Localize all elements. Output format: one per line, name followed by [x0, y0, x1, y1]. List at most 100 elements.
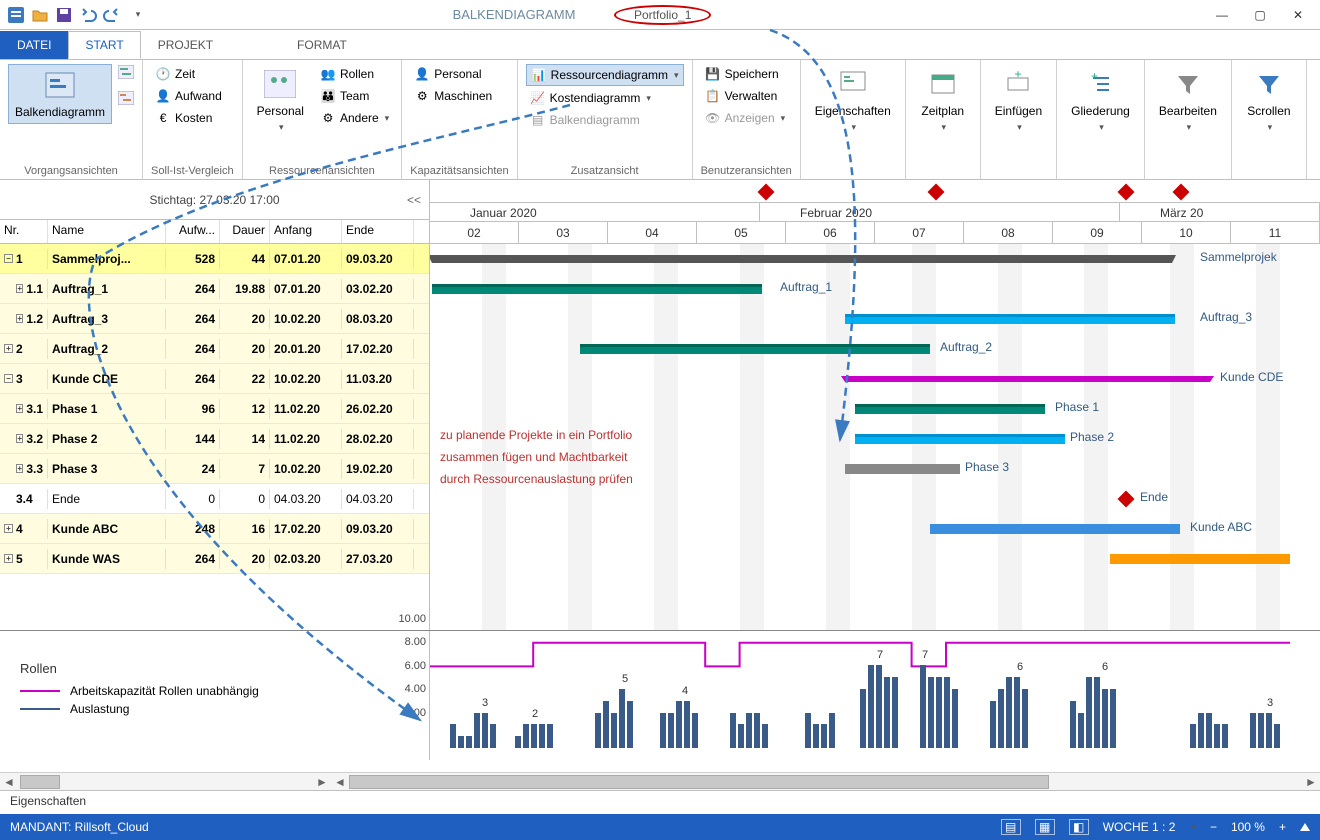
col-anfang[interactable]: Anfang [270, 220, 342, 243]
table-row[interactable]: +1.2 Auftrag_326420 10.02.2008.03.20 [0, 304, 429, 334]
gantt-2-icon[interactable] [118, 64, 134, 80]
gantt-bar[interactable] [845, 314, 1175, 324]
capacity-line-icon [20, 690, 60, 692]
team-button[interactable]: 👪Team [316, 86, 393, 106]
table-row[interactable]: 3.4 Ende00 04.03.2004.03.20 [0, 484, 429, 514]
properties-tab[interactable]: Eigenschaften [0, 790, 1320, 814]
col-aufwand[interactable]: Aufw... [166, 220, 220, 243]
andere-button[interactable]: ⚙Andere▾ [316, 108, 393, 128]
minimize-button[interactable]: — [1210, 8, 1234, 22]
gantt-3-icon[interactable] [118, 90, 134, 106]
group-zusatzansicht: Zusatzansicht [526, 163, 684, 177]
zeitplan-button[interactable]: Zeitplan▾ [914, 64, 972, 137]
group-kapazitaet: Kapazitätsansichten [410, 163, 508, 177]
ressourcendiagramm-button[interactable]: 📊Ressourcendiagramm▾ [526, 64, 684, 86]
group-soll-ist: Soll-Ist-Vergleich [151, 163, 234, 177]
title-bar: ▾ BALKENDIAGRAMM Portfolio_1 — ▢ ✕ [0, 0, 1320, 30]
zoom-out[interactable]: − [1210, 820, 1217, 834]
personal-big-button[interactable]: Personal▾ [251, 64, 310, 137]
undo-icon[interactable] [78, 5, 98, 25]
verwalten-button[interactable]: 📋Verwalten [701, 86, 790, 106]
mandant-label: MANDANT: Rillsoft_Cloud [10, 820, 149, 834]
eigenschaften-button[interactable]: Eigenschaften▾ [809, 64, 897, 137]
zoom-level: 100 % [1231, 820, 1265, 834]
personal2-icon: 👤 [414, 66, 430, 82]
table-row[interactable]: −1 Sammelproj...52844 07.01.2009.03.20 [0, 244, 429, 274]
zoom-menu[interactable] [1300, 823, 1310, 831]
gantt-bar[interactable] [855, 404, 1045, 414]
maximize-button[interactable]: ▢ [1248, 8, 1272, 22]
table-row[interactable]: +1.1 Auftrag_126419.88 07.01.2003.02.20 [0, 274, 429, 304]
svg-text:+: + [1091, 70, 1098, 83]
kostendiagramm-button[interactable]: 📈Kostendiagramm▾ [526, 88, 684, 108]
save-icon[interactable] [54, 5, 74, 25]
svg-text:+: + [1015, 70, 1022, 81]
gantt-icon: ▤ [530, 112, 546, 128]
col-ende[interactable]: Ende [342, 220, 414, 243]
gantt-bar[interactable] [845, 376, 1210, 382]
open-icon[interactable] [30, 5, 50, 25]
scroll-right[interactable]: ► [313, 775, 331, 789]
einfuegen-button[interactable]: +Einfügen▾ [989, 64, 1048, 137]
horizontal-scrollbar[interactable]: ◄ ► ◄ ► [0, 772, 1320, 790]
machine-icon: ⚙ [414, 88, 430, 104]
gear-icon: ⚙ [320, 110, 336, 126]
tab-projekt[interactable]: PROJEKT [141, 31, 230, 59]
gantt-bar[interactable] [855, 434, 1065, 444]
collapse-pane-button[interactable]: << [407, 193, 421, 207]
task-grid-pane: Stichtag: 27.03.20 17:00 << Nr. Name Auf… [0, 180, 430, 630]
scroll-left[interactable]: ◄ [0, 775, 18, 789]
view-mode-2-icon[interactable]: ▦ [1035, 819, 1055, 835]
zoom-in[interactable]: + [1279, 820, 1286, 834]
bearbeiten-button[interactable]: Bearbeiten▾ [1153, 64, 1223, 137]
personal-kap-button[interactable]: 👤Personal [410, 64, 496, 84]
rollen-button[interactable]: 👥Rollen [316, 64, 393, 84]
maschinen-button[interactable]: ⚙Maschinen [410, 86, 496, 106]
ribbon-tabs: DATEI START PROJEKT FORMAT [0, 30, 1320, 60]
anzeigen-button: 👁Anzeigen▾ [701, 108, 790, 128]
grid-header: Nr. Name Aufw... Dauer Anfang Ende [0, 220, 429, 244]
aufwand-button[interactable]: 👤Aufwand [151, 86, 226, 106]
euro-icon: € [155, 110, 171, 126]
gantt-bar[interactable] [930, 524, 1180, 534]
filter-icon [1172, 68, 1204, 100]
tab-format[interactable]: FORMAT [280, 31, 364, 59]
tab-datei[interactable]: DATEI [0, 31, 68, 59]
woche-scale[interactable]: WOCHE 1 : 2 [1103, 820, 1176, 834]
col-name[interactable]: Name [48, 220, 166, 243]
table-row[interactable]: +3.1 Phase 19612 11.02.2026.02.20 [0, 394, 429, 424]
document-title: Portfolio_1 [614, 5, 1210, 25]
scrollen-button[interactable]: Scrollen▾ [1240, 64, 1298, 137]
zeit-button[interactable]: 🕐Zeit [151, 64, 226, 84]
balkendiagramm-button[interactable]: Balkendiagramm [8, 64, 112, 124]
table-row[interactable]: +3.2 Phase 214414 11.02.2028.02.20 [0, 424, 429, 454]
tab-start[interactable]: START [68, 31, 140, 59]
resource-chart: 2.004.006.008.0010.00 325477663 [430, 631, 1320, 760]
redo-icon[interactable] [102, 5, 122, 25]
table-row[interactable]: +2 Auftrag_226420 20.01.2017.02.20 [0, 334, 429, 364]
group-vorgangsansichten: Vorgangsansichten [8, 163, 134, 177]
col-dauer[interactable]: Dauer [220, 220, 270, 243]
kosten-button[interactable]: €Kosten [151, 108, 226, 128]
context-tab-title: BALKENDIAGRAMM [414, 7, 614, 22]
table-row[interactable]: −3 Kunde CDE26422 10.02.2011.03.20 [0, 364, 429, 394]
group-benutzeransichten: Benutzeransichten [701, 163, 792, 177]
barchart-icon: 📊 [531, 67, 547, 83]
col-nr[interactable]: Nr. [0, 220, 48, 243]
gantt-bar[interactable] [432, 255, 1172, 263]
group-ressourcenansichten: Ressourcenansichten [251, 163, 394, 177]
table-row[interactable]: +4 Kunde ABC24816 17.02.2009.03.20 [0, 514, 429, 544]
view-mode-3-icon[interactable]: ◧ [1069, 819, 1089, 835]
view2-icon: 👁 [705, 110, 721, 126]
view-mode-1-icon[interactable]: ▤ [1001, 819, 1021, 835]
speichern-button[interactable]: 💾Speichern [701, 64, 790, 84]
gantt-bar[interactable] [1110, 554, 1290, 564]
gantt-bar[interactable] [432, 284, 762, 294]
gantt-bar[interactable] [845, 464, 960, 474]
table-row[interactable]: +5 Kunde WAS26420 02.03.2027.03.20 [0, 544, 429, 574]
gantt-bar[interactable] [580, 344, 930, 354]
table-row[interactable]: +3.3 Phase 3247 10.02.2019.02.20 [0, 454, 429, 484]
qat-customize[interactable]: ▾ [128, 5, 148, 25]
close-button[interactable]: ✕ [1286, 8, 1310, 22]
gliederung-button[interactable]: +Gliederung▾ [1065, 64, 1136, 137]
